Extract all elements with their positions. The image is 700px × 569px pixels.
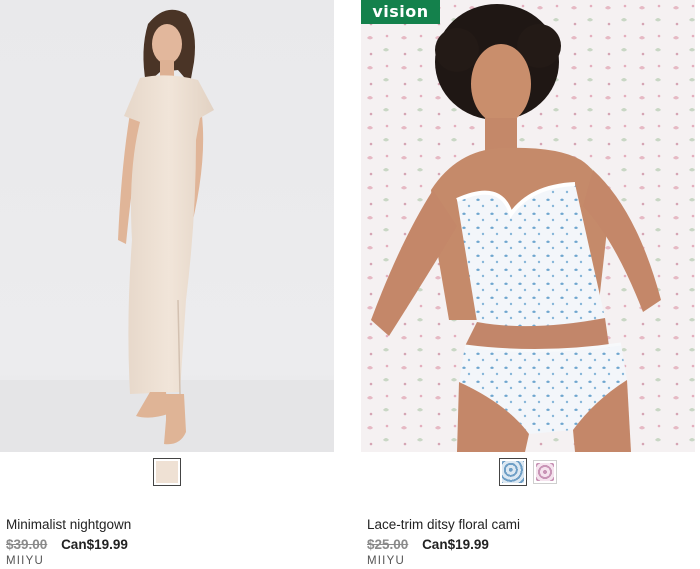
swatch-beige[interactable]: [153, 458, 181, 486]
product-card-lace-trim-cami[interactable]: vision Lace-trim ditsy floral cami $25.0…: [361, 0, 697, 569]
product-image[interactable]: [0, 0, 334, 452]
product-card-minimalist-nightgown[interactable]: Minimalist nightgown $39.00 Can$19.99 MI…: [0, 0, 336, 569]
product-image[interactable]: vision: [361, 0, 695, 452]
original-price: $39.00: [6, 537, 48, 552]
product-name[interactable]: Lace-trim ditsy floral cami: [367, 517, 520, 532]
brand-name: MIIYU: [6, 555, 44, 567]
swatch-color: [156, 461, 178, 483]
product-name[interactable]: Minimalist nightgown: [6, 517, 131, 532]
swatch-color: [536, 463, 554, 481]
price-row: $25.00 Can$19.99: [367, 537, 489, 552]
original-price: $25.00: [367, 537, 409, 552]
color-swatches: [361, 458, 695, 490]
swatch-blue-floral[interactable]: [499, 458, 527, 486]
color-swatches: [0, 458, 334, 490]
swatch-color: [502, 461, 524, 483]
sale-price: Can$19.99: [422, 537, 489, 552]
vision-badge: vision: [361, 0, 440, 24]
price-row: $39.00 Can$19.99: [6, 537, 128, 552]
swatch-pink-floral[interactable]: [533, 460, 557, 484]
brand-name: MIIYU: [367, 555, 405, 567]
sale-price: Can$19.99: [61, 537, 128, 552]
product-grid: Minimalist nightgown $39.00 Can$19.99 MI…: [0, 0, 700, 569]
cami-photo: [361, 0, 695, 452]
nightgown-photo: [0, 0, 334, 452]
